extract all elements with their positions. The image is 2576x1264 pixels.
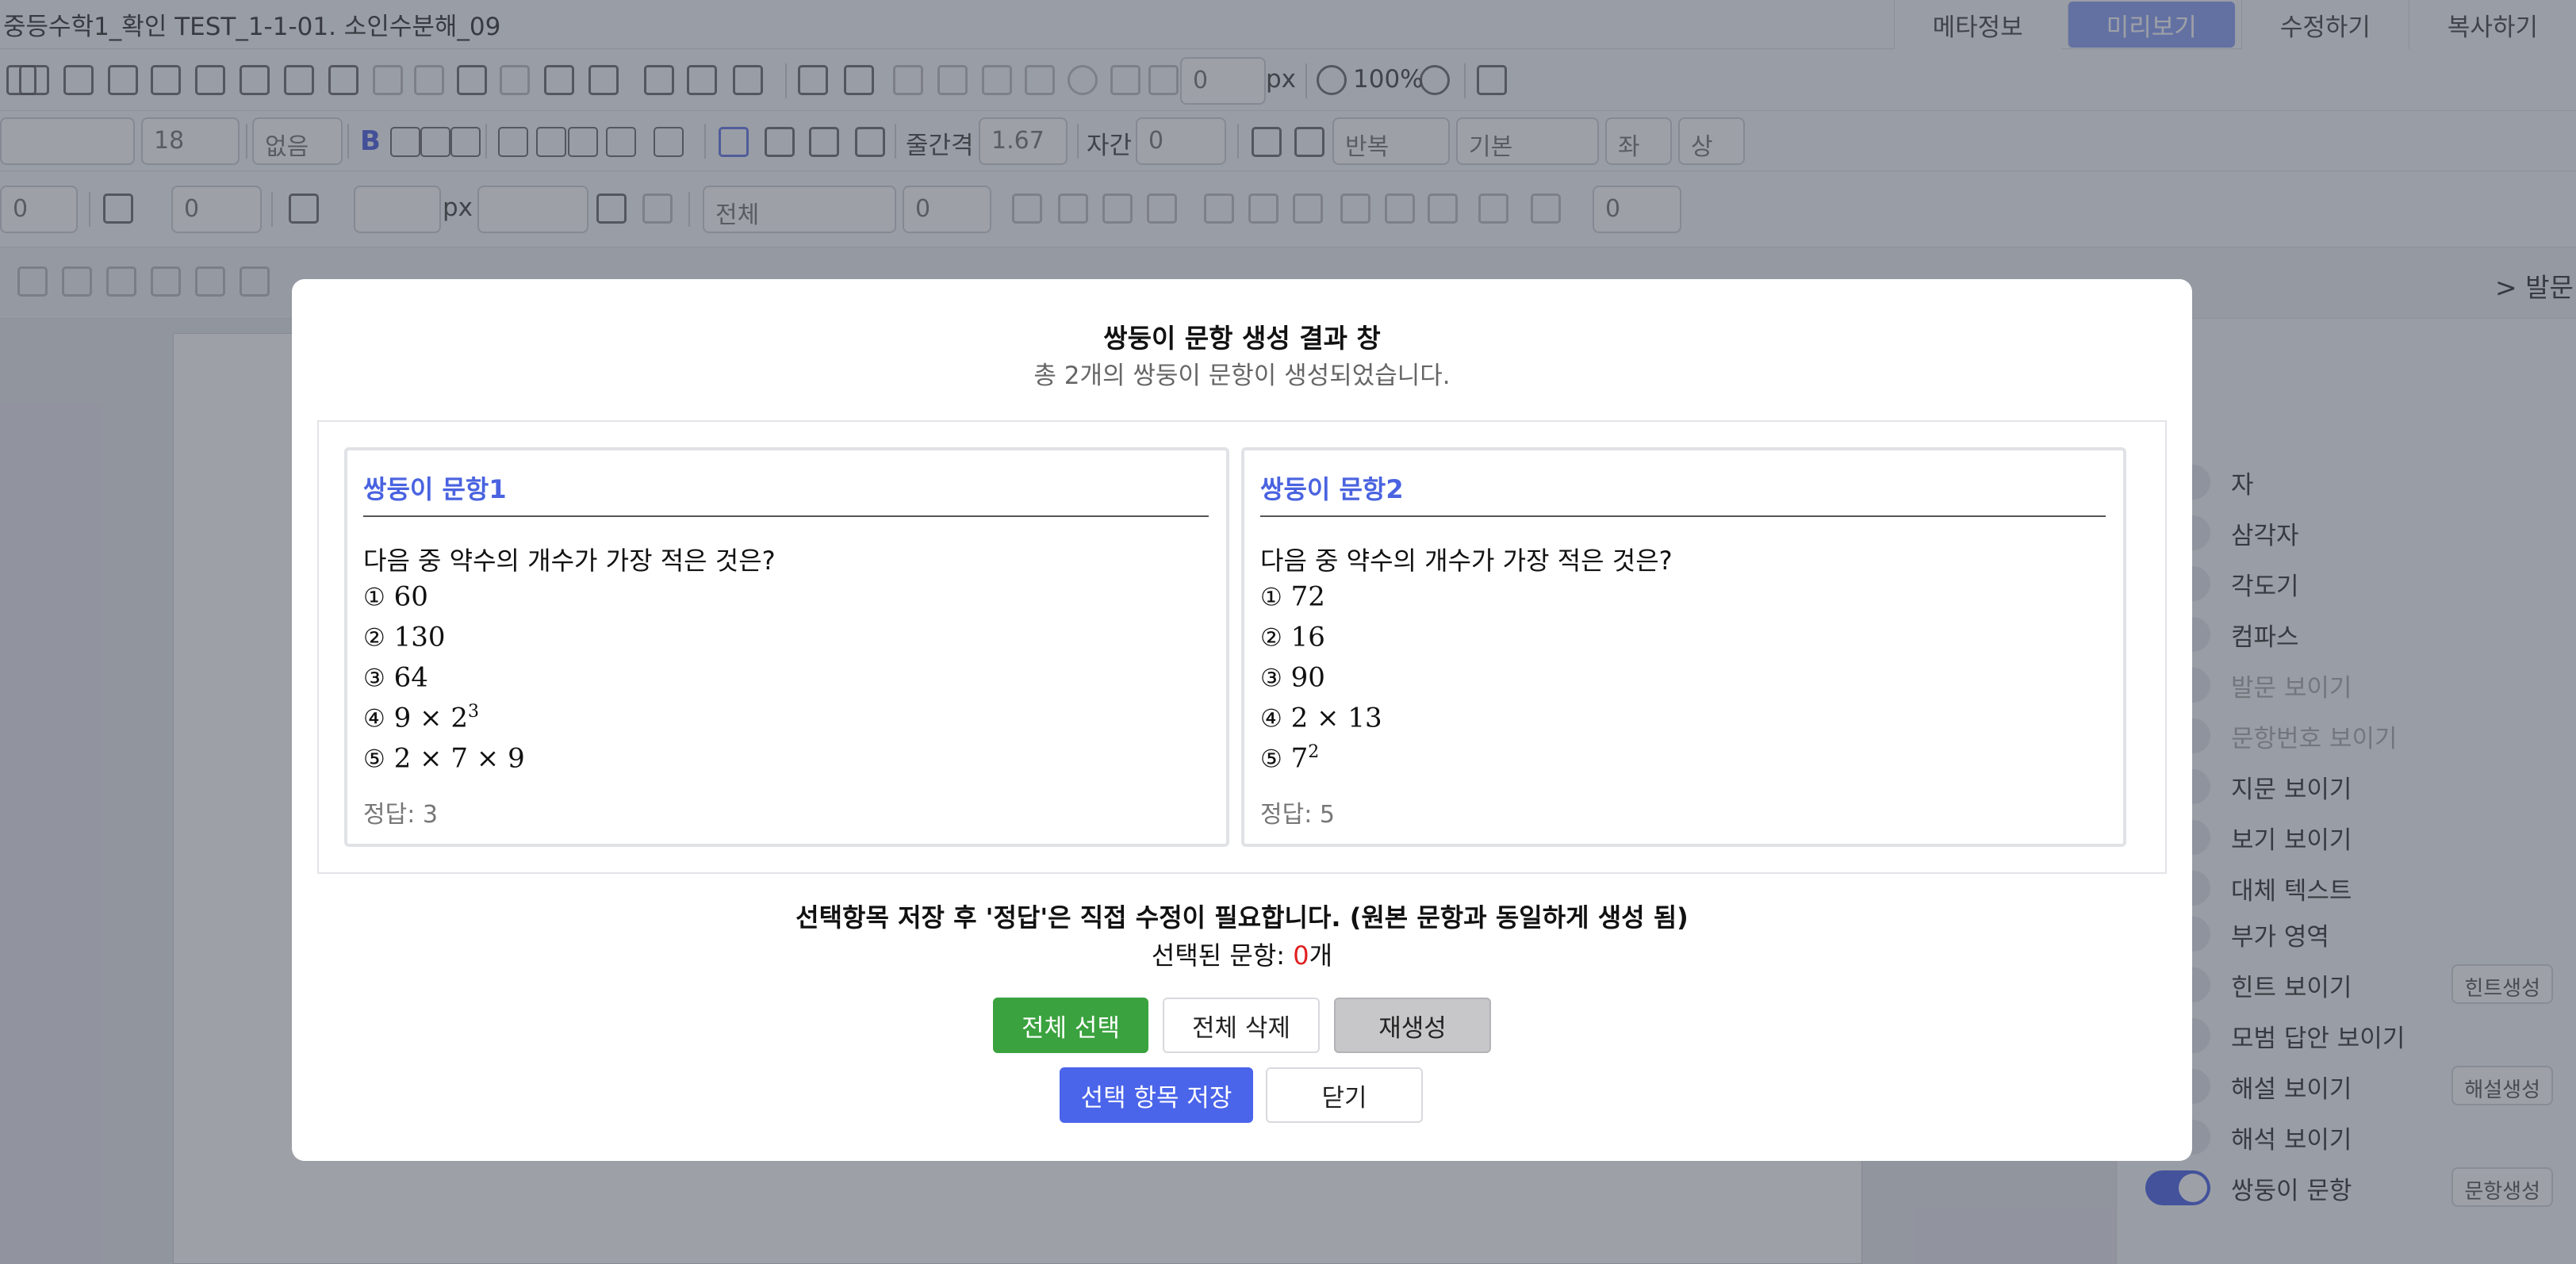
answer-text: 정답: 5	[1260, 801, 1335, 829]
choice-item: ④ 9 × 23	[363, 702, 479, 734]
save-selected-button[interactable]: 선택 항목 저장	[1060, 1067, 1253, 1123]
twin-question-card[interactable]: 쌍둥이 문항2 다음 중 약수의 개수가 가장 적은 것은? ① 72 ② 16…	[1241, 447, 2126, 847]
choice-item: ③ 64	[363, 661, 428, 694]
close-button[interactable]: 닫기	[1266, 1067, 1423, 1123]
card-title: 쌍둥이 문항1	[363, 474, 507, 504]
regenerate-button[interactable]: 재생성	[1334, 998, 1491, 1053]
select-all-button[interactable]: 전체 선택	[993, 998, 1148, 1053]
save-notice: 선택항목 저장 후 '정답'은 직접 수정이 필요합니다. (원본 문항과 동일…	[795, 902, 1689, 933]
dialog-title: 쌍둥이 문항 생성 결과 창	[1103, 323, 1381, 354]
card-title: 쌍둥이 문항2	[1260, 474, 1404, 504]
app-root: 중등수학1_확인 TEST_1-1-01. 소인수분해_09 메타정보 미리보기…	[0, 0, 2576, 1264]
selected-count-text: 선택된 문항: 0개	[1151, 940, 1333, 971]
choice-item: ① 60	[363, 580, 428, 613]
choice-item: ④ 2 × 13	[1260, 702, 1382, 734]
choice-item: ① 72	[1260, 580, 1325, 613]
choice-item: ② 130	[363, 621, 446, 653]
answer-text: 정답: 3	[363, 801, 438, 829]
question-text: 다음 중 약수의 개수가 가장 적은 것은?	[363, 546, 776, 576]
delete-all-button[interactable]: 전체 삭제	[1163, 998, 1320, 1053]
question-text: 다음 중 약수의 개수가 가장 적은 것은?	[1260, 546, 1673, 576]
divider	[363, 515, 1209, 517]
choice-item: ② 16	[1260, 621, 1325, 653]
selected-count: 0	[1293, 940, 1309, 971]
twin-question-card[interactable]: 쌍둥이 문항1 다음 중 약수의 개수가 가장 적은 것은? ① 60 ② 13…	[344, 447, 1229, 847]
choice-item: ⑤ 2 × 7 × 9	[363, 742, 525, 775]
divider	[1260, 515, 2106, 517]
twin-question-list: 쌍둥이 문항1 다음 중 약수의 개수가 가장 적은 것은? ① 60 ② 13…	[317, 420, 2167, 874]
choice-item: ③ 90	[1260, 661, 1325, 694]
choice-item: ⑤ 72	[1260, 742, 1320, 775]
twin-question-result-dialog: 쌍둥이 문항 생성 결과 창 총 2개의 쌍둥이 문항이 생성되었습니다. 쌍둥…	[292, 279, 2192, 1161]
dialog-subtitle: 총 2개의 쌍둥이 문항이 생성되었습니다.	[1033, 362, 1451, 390]
